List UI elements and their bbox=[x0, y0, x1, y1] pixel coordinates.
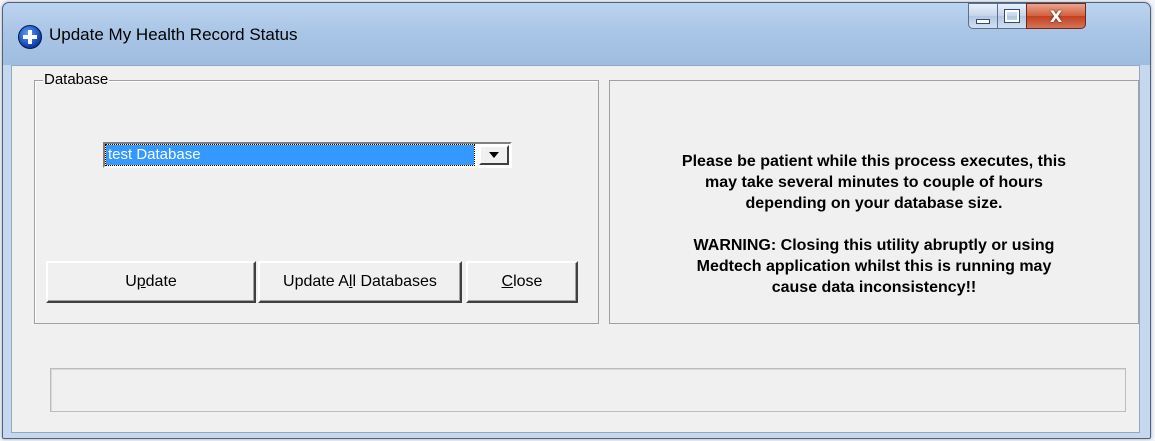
info-panel: Please be patient while this process exe… bbox=[609, 80, 1139, 324]
minimize-icon bbox=[976, 18, 990, 24]
title-bar[interactable]: Update My Health Record Status X bbox=[3, 3, 1150, 63]
chevron-down-icon bbox=[489, 152, 499, 158]
update-label-part: date bbox=[145, 273, 177, 290]
patience-notice: Please be patient while this process exe… bbox=[681, 153, 1067, 212]
update-all-databases-button[interactable]: Update All Databases bbox=[258, 261, 462, 303]
info-text: Please be patient while this process exe… bbox=[610, 151, 1138, 298]
database-dropdown-button[interactable] bbox=[479, 145, 509, 165]
warning-notice: WARNING: Closing this utility abruptly o… bbox=[693, 237, 1055, 296]
dialog-client-area: Database test Database Up date Update All… bbox=[11, 65, 1140, 433]
update-button[interactable]: Up date bbox=[46, 261, 256, 303]
database-group-label: Database bbox=[43, 71, 110, 88]
dialog-window: Update My Health Record Status X Databas… bbox=[2, 2, 1151, 439]
close-label-part: lose bbox=[513, 273, 543, 290]
database-select-value[interactable]: test Database bbox=[105, 144, 475, 166]
medtech-cross-icon bbox=[18, 25, 42, 49]
update-all-label-part: Update A bbox=[283, 273, 349, 290]
update-label-part: U bbox=[125, 273, 137, 290]
window-title: Update My Health Record Status bbox=[49, 25, 298, 44]
update-accelerator: p bbox=[136, 273, 146, 290]
database-groupbox: Database test Database Up date Update All… bbox=[34, 71, 599, 324]
update-all-label-part: l Databases bbox=[352, 273, 437, 290]
maximize-icon bbox=[1004, 9, 1020, 23]
close-window-button[interactable]: X bbox=[1026, 3, 1086, 29]
close-icon: X bbox=[1049, 6, 1063, 26]
close-accelerator: C bbox=[501, 273, 514, 290]
progress-bar bbox=[50, 368, 1126, 412]
close-button[interactable]: Close bbox=[466, 261, 578, 303]
minimize-button[interactable] bbox=[968, 3, 998, 29]
database-select[interactable]: test Database bbox=[103, 142, 512, 168]
maximize-button[interactable] bbox=[997, 3, 1027, 29]
